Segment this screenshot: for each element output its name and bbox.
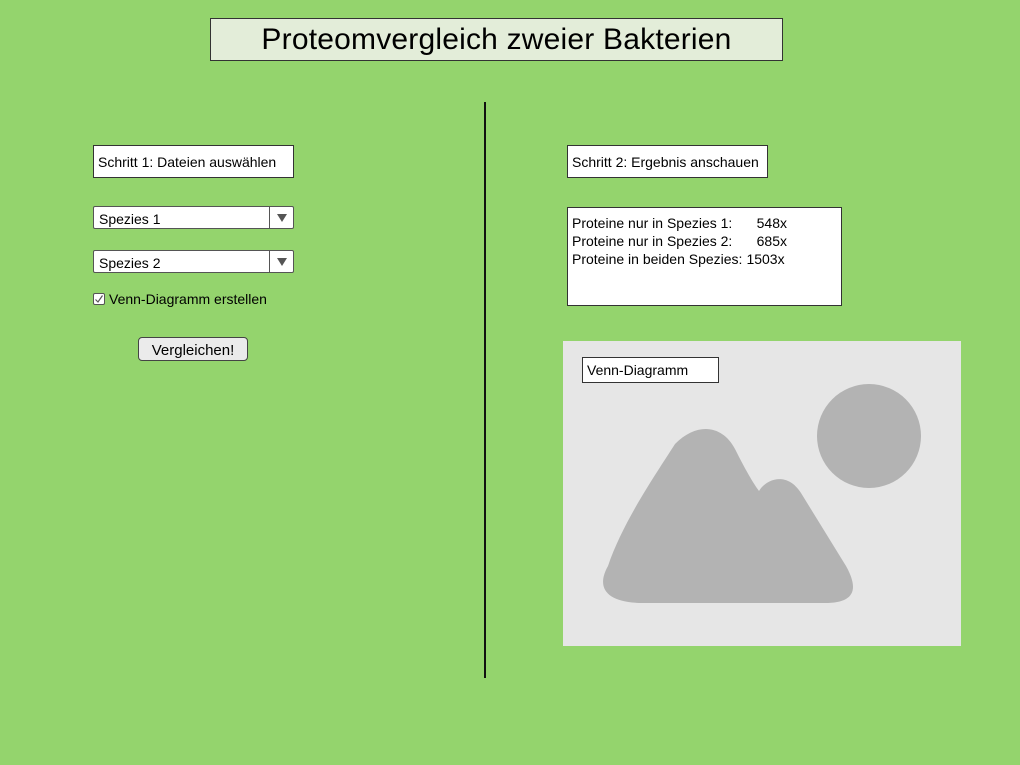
vertical-divider [484, 102, 486, 678]
result-label: Proteine nur in Spezies 1: [572, 215, 733, 231]
checkmark-icon [95, 295, 103, 303]
step-1-label-text: Schritt 1: Dateien auswählen [98, 153, 277, 170]
result-row: Proteine in beiden Spezies: 1503x [572, 250, 837, 268]
result-value: 548x [756, 215, 787, 231]
species-2-select-value: Spezies 2 [99, 254, 161, 271]
sun-shape [817, 384, 921, 488]
venn-checkbox-row[interactable]: Venn-Diagramm erstellen [93, 291, 267, 307]
chevron-down-icon[interactable] [269, 207, 293, 228]
page-title-text: Proteomvergleich zweier Bakterien [261, 22, 732, 56]
mountain-shape [603, 429, 853, 603]
venn-diagram-panel [563, 341, 961, 646]
venn-diagram-label: Venn-Diagramm [582, 357, 719, 383]
venn-diagram-label-text: Venn-Diagramm [587, 362, 689, 378]
compare-button[interactable]: Vergleichen! [138, 337, 248, 361]
result-row: Proteine nur in Spezies 2: 685x [572, 232, 837, 250]
chevron-down-icon[interactable] [269, 251, 293, 272]
venn-checkbox[interactable] [93, 293, 105, 305]
species-1-select-value: Spezies 1 [99, 210, 161, 227]
result-value: 685x [756, 233, 787, 249]
result-row: Proteine nur in Spezies 1: 548x [572, 214, 837, 232]
page-title: Proteomvergleich zweier Bakterien [210, 18, 783, 61]
venn-checkbox-label[interactable]: Venn-Diagramm erstellen [109, 291, 267, 307]
compare-button-label: Vergleichen! [151, 341, 235, 359]
results-box: Proteine nur in Spezies 1: 548x Proteine… [567, 207, 842, 306]
step-2-label: Schritt 2: Ergebnis anschauen [567, 145, 768, 178]
species-1-select[interactable]: Spezies 1 [93, 206, 294, 229]
step-1-label: Schritt 1: Dateien auswählen [93, 145, 294, 178]
result-label: Proteine nur in Spezies 2: [572, 233, 733, 249]
result-value: 1503x [746, 251, 785, 267]
result-label: Proteine in beiden Spezies: [572, 251, 743, 267]
species-2-select[interactable]: Spezies 2 [93, 250, 294, 273]
step-2-label-text: Schritt 2: Ergebnis anschauen [572, 153, 759, 170]
image-placeholder-icon [603, 384, 921, 603]
